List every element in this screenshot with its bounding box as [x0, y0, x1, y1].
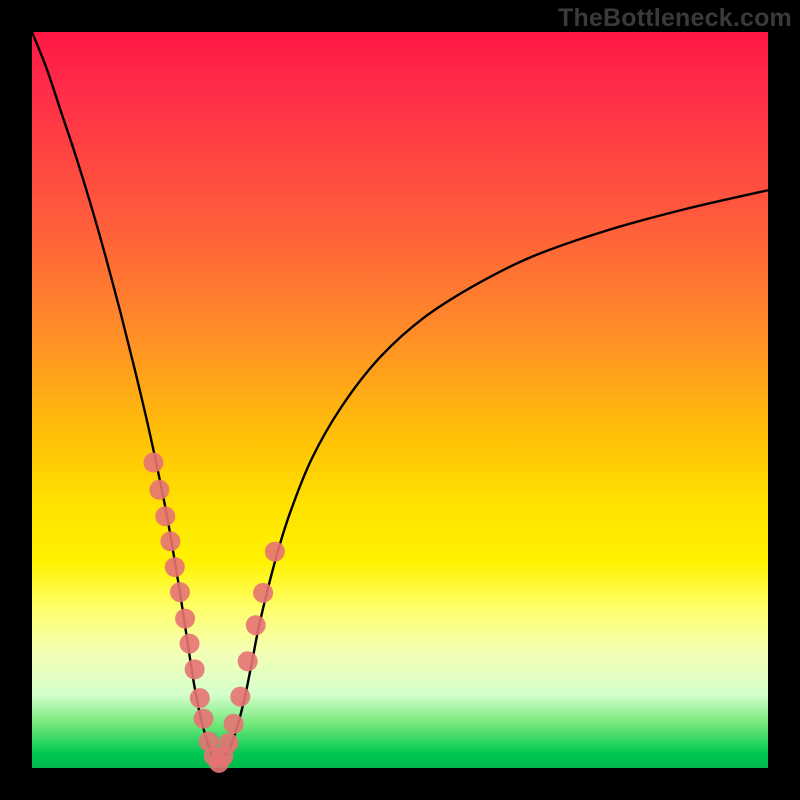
data-dot	[265, 542, 285, 562]
data-dot	[246, 615, 266, 635]
data-dot	[224, 714, 244, 734]
chart-svg	[32, 32, 768, 768]
data-dot	[253, 583, 273, 603]
data-dot	[149, 480, 169, 500]
data-dot	[160, 531, 180, 551]
data-dot	[165, 557, 185, 577]
data-dot	[219, 733, 239, 753]
data-dot	[180, 634, 200, 654]
data-dot	[170, 582, 190, 602]
data-dot	[175, 609, 195, 629]
data-dot	[193, 709, 213, 729]
plot-area	[32, 32, 768, 768]
watermark-text: TheBottleneck.com	[558, 4, 792, 33]
curve-right	[219, 190, 768, 764]
frame: TheBottleneck.com	[0, 0, 800, 800]
data-dot	[238, 651, 258, 671]
data-dot	[230, 687, 250, 707]
curve-left	[32, 32, 217, 764]
data-dot	[143, 453, 163, 473]
data-dot	[185, 659, 205, 679]
data-dot	[155, 506, 175, 526]
data-dot	[190, 688, 210, 708]
